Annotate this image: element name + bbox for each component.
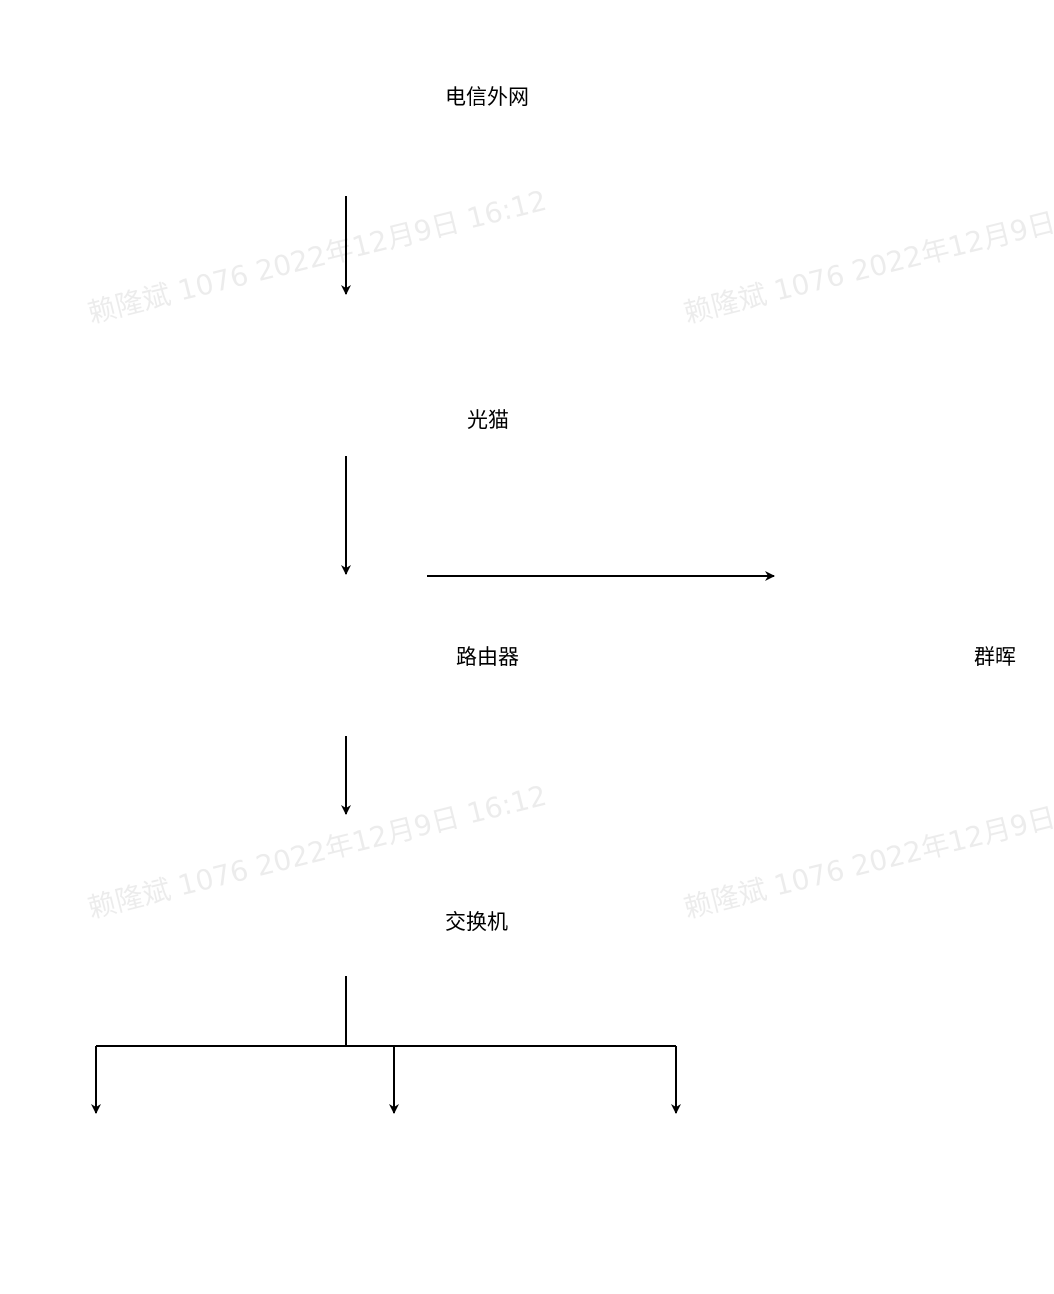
node-nas-label: 群晖 bbox=[974, 645, 1016, 669]
node-switch-label: 交换机 bbox=[445, 910, 508, 934]
network-diagram bbox=[91, 196, 775, 1114]
node-modem-label: 光猫 bbox=[467, 408, 509, 432]
node-router-label: 路由器 bbox=[456, 645, 519, 669]
node-internet-label: 电信外网 bbox=[445, 85, 529, 109]
